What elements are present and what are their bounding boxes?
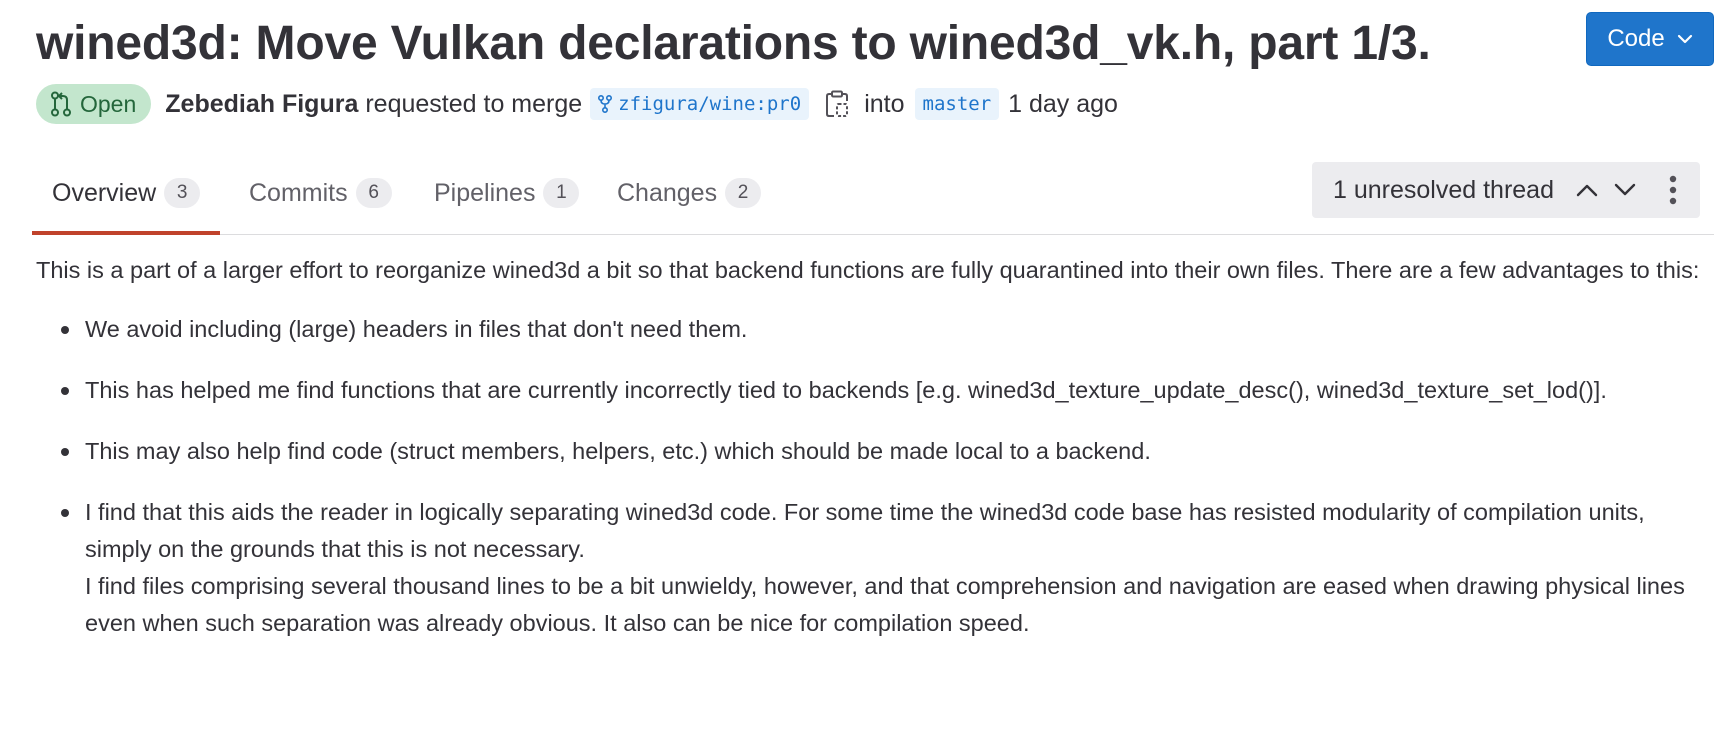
list-item: This may also help find code (struct mem… bbox=[61, 433, 1700, 470]
time-ago: 1 day ago bbox=[1008, 89, 1118, 118]
tab-count: 6 bbox=[355, 178, 392, 208]
tab-label: Overview bbox=[52, 178, 157, 207]
advantages-list: We avoid including (large) headers in fi… bbox=[36, 311, 1700, 642]
tab-overview[interactable]: Overview 3 bbox=[31, 152, 221, 235]
chevron-down-icon bbox=[1677, 34, 1692, 44]
title-row: wined3d: Move Vulkan declarations to win… bbox=[36, 0, 1714, 84]
tab-commits[interactable]: Commits 6 bbox=[249, 152, 392, 234]
code-dropdown-button[interactable]: Code bbox=[1586, 12, 1714, 66]
source-branch-label: zfigura/wine:pr0 bbox=[618, 93, 802, 115]
source-branch[interactable]: zfigura/wine:pr0 bbox=[590, 88, 810, 120]
unresolved-thread-count: 1 unresolved thread bbox=[1333, 175, 1554, 204]
copy-to-clipboard-icon bbox=[826, 90, 849, 117]
list-item-text: This may also help find code (struct mem… bbox=[85, 438, 1151, 464]
status-label: Open bbox=[80, 90, 137, 117]
tab-label: Commits bbox=[249, 178, 348, 207]
next-thread-button[interactable] bbox=[1606, 170, 1644, 210]
list-item: This has helped me find functions that a… bbox=[61, 372, 1700, 409]
chevron-up-icon bbox=[1576, 184, 1598, 197]
chevron-down-icon bbox=[1614, 183, 1636, 196]
tab-count: 2 bbox=[725, 178, 762, 208]
thread-options-button[interactable] bbox=[1654, 170, 1692, 210]
tab-count: 3 bbox=[164, 178, 201, 208]
list-item-text: This has helped me find functions that a… bbox=[85, 377, 1607, 403]
unresolved-threads-widget: 1 unresolved thread bbox=[1312, 162, 1700, 218]
into-text: into bbox=[864, 89, 905, 118]
kebab-menu-icon bbox=[1669, 175, 1677, 205]
status-badge: Open bbox=[36, 84, 152, 124]
description-intro: This is a part of a larger effort to reo… bbox=[36, 257, 1700, 283]
tab-label: Pipelines bbox=[434, 178, 536, 207]
tab-count: 1 bbox=[543, 178, 580, 208]
previous-thread-button[interactable] bbox=[1568, 170, 1606, 210]
tab-changes[interactable]: Changes 2 bbox=[617, 152, 762, 234]
merge-request-meta: Open Zebediah Figura requested to merge … bbox=[36, 84, 1714, 124]
list-item-text: I find that this aids the reader in logi… bbox=[85, 499, 1645, 562]
page-title: wined3d: Move Vulkan declarations to win… bbox=[36, 17, 1431, 70]
requested-text: requested to merge bbox=[365, 89, 583, 118]
tab-pipelines[interactable]: Pipelines 1 bbox=[434, 152, 580, 234]
list-item-text-continued: I find files comprising several thousand… bbox=[85, 573, 1685, 636]
merge-request-tabs: Overview 3 Commits 6 Pipelines 1 Changes… bbox=[31, 152, 1714, 235]
branch-fork-icon bbox=[598, 95, 613, 113]
list-item-text: We avoid including (large) headers in fi… bbox=[85, 316, 748, 342]
target-branch[interactable]: master bbox=[914, 88, 1000, 120]
merge-request-description: This is a part of a larger effort to reo… bbox=[36, 252, 1700, 642]
code-button-label: Code bbox=[1607, 25, 1665, 52]
tab-label: Changes bbox=[617, 178, 718, 207]
merge-request-open-icon bbox=[51, 91, 71, 117]
list-item: I find that this aids the reader in logi… bbox=[61, 494, 1700, 642]
list-item: We avoid including (large) headers in fi… bbox=[61, 311, 1700, 348]
copy-branch-button[interactable] bbox=[825, 90, 849, 118]
merge-request-page: wined3d: Move Vulkan declarations to win… bbox=[31, 0, 1714, 666]
author-link[interactable]: Zebediah Figura bbox=[165, 90, 358, 119]
